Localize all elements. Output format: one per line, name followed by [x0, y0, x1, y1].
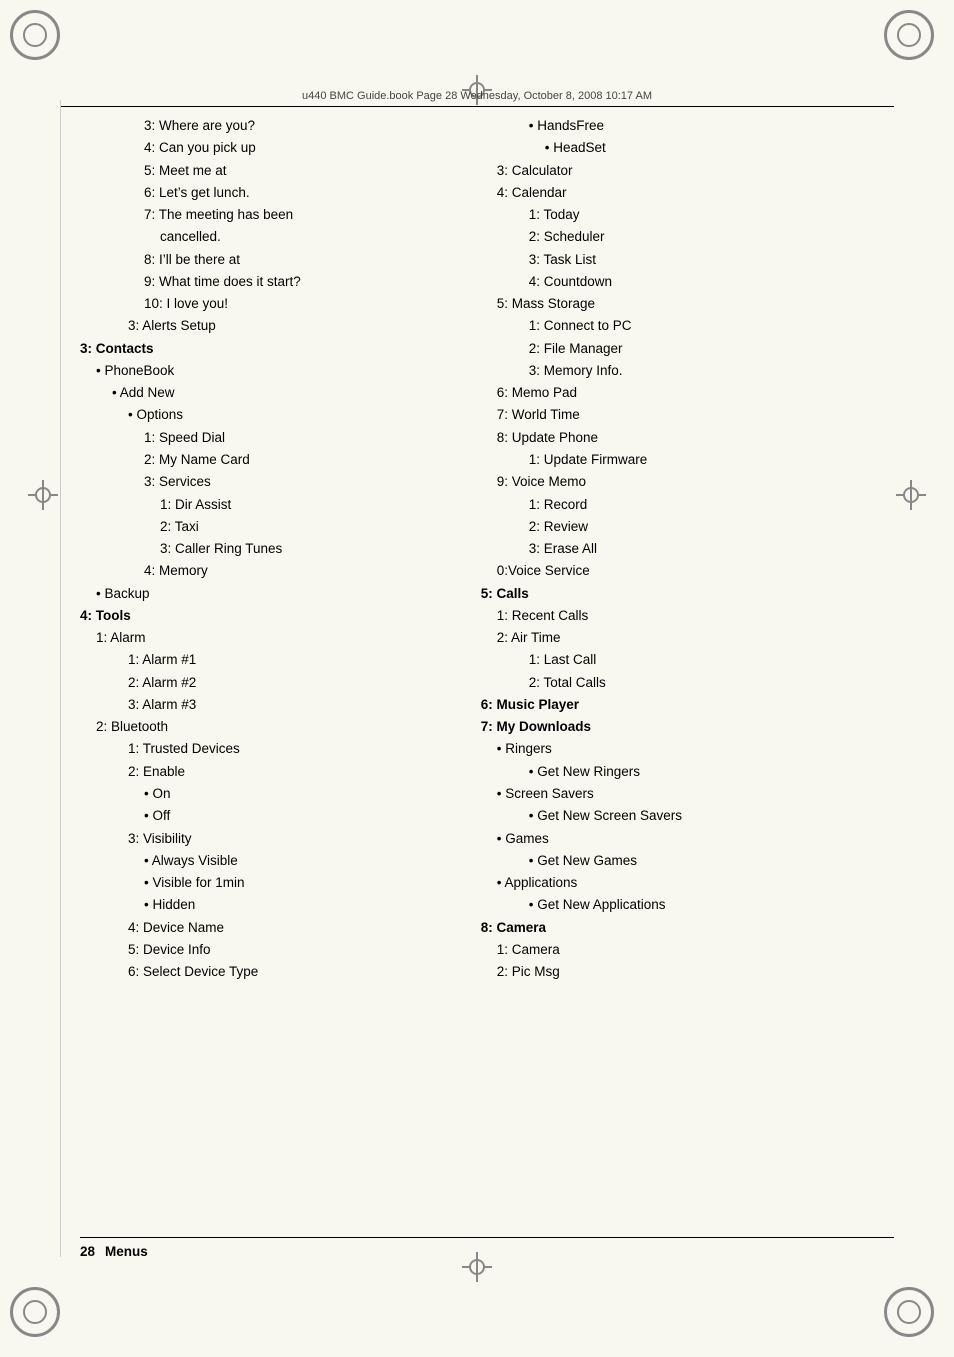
line: • Applications [497, 872, 894, 894]
line: 10: I love you! [144, 293, 451, 315]
line: 6: Select Device Type [128, 961, 451, 983]
crosshair-mid-right [896, 480, 926, 510]
line: 0:Voice Service [497, 560, 894, 582]
line: 5: Mass Storage [497, 293, 894, 315]
line: 2: Bluetooth [96, 716, 451, 738]
line: • Options [128, 404, 451, 426]
line: 7: The meeting has been [144, 204, 451, 226]
header-text: u440 BMC Guide.book Page 28 Wednesday, O… [302, 90, 652, 102]
line: • Always Visible [144, 850, 451, 872]
line: • Get New Applications [529, 894, 894, 916]
corner-circle-tl [10, 10, 60, 60]
line: 3: Visibility [128, 828, 451, 850]
line: • Get New Screen Savers [529, 805, 894, 827]
line: 4: Countdown [529, 271, 894, 293]
footer-text: 28 Menus [80, 1244, 894, 1259]
line: 2: Review [529, 516, 894, 538]
line: 4: Device Name [128, 917, 451, 939]
line: 2: Total Calls [529, 672, 894, 694]
line: • Games [497, 828, 894, 850]
line: 1: Record [529, 494, 894, 516]
right-column: • HandsFree• HeadSet3: Calculator4: Cale… [471, 115, 894, 1242]
line: 1: Connect to PC [529, 315, 894, 337]
line: 3: Task List [529, 249, 894, 271]
line: 4: Calendar [497, 182, 894, 204]
crosshair-mid-left [28, 480, 58, 510]
line: 5: Meet me at [144, 160, 451, 182]
line: 8: I’ll be there at [144, 249, 451, 271]
line: 1: Update Firmware [529, 449, 894, 471]
line: 8: Camera [481, 917, 894, 939]
line: 3: Calculator [497, 160, 894, 182]
line: • Backup [96, 583, 451, 605]
line: 3: Where are you? [144, 115, 451, 137]
page-number: 28 [80, 1244, 95, 1259]
line: 3: Caller Ring Tunes [160, 538, 451, 560]
corner-decoration-bl [10, 1287, 70, 1347]
line: • Screen Savers [497, 783, 894, 805]
line: 1: Speed Dial [144, 427, 451, 449]
line: 3: Erase All [529, 538, 894, 560]
line: 3: Alerts Setup [128, 315, 451, 337]
content-area: 3: Where are you?4: Can you pick up5: Me… [80, 115, 894, 1242]
line: 3: Memory Info. [529, 360, 894, 382]
line: 5: Calls [481, 583, 894, 605]
line: 1: Recent Calls [497, 605, 894, 627]
corner-decoration-tr [884, 10, 944, 70]
vertical-line-left [60, 100, 61, 1257]
line: 1: Last Call [529, 649, 894, 671]
line: • Hidden [144, 894, 451, 916]
corner-decoration-tl [10, 10, 70, 70]
corner-decoration-br [884, 1287, 944, 1347]
line: • Add New [112, 382, 451, 404]
line: 1: Alarm [96, 627, 451, 649]
line: 9: Voice Memo [497, 471, 894, 493]
line: 2: Taxi [160, 516, 451, 538]
corner-circle-bl [10, 1287, 60, 1337]
line: 4: Tools [80, 605, 451, 627]
corner-circle-br [884, 1287, 934, 1337]
line: • Off [144, 805, 451, 827]
line: 1: Alarm #1 [128, 649, 451, 671]
left-column: 3: Where are you?4: Can you pick up5: Me… [80, 115, 471, 1242]
line: 2: Scheduler [529, 226, 894, 248]
line: • Ringers [497, 738, 894, 760]
line: 1: Trusted Devices [128, 738, 451, 760]
line: 7: My Downloads [481, 716, 894, 738]
line: 6: Let’s get lunch. [144, 182, 451, 204]
line: 8: Update Phone [497, 427, 894, 449]
line: 6: Memo Pad [497, 382, 894, 404]
line: 9: What time does it start? [144, 271, 451, 293]
line: 2: Pic Msg [497, 961, 894, 983]
line: • On [144, 783, 451, 805]
header-line: u440 BMC Guide.book Page 28 Wednesday, O… [60, 90, 894, 107]
line: cancelled. [160, 226, 451, 248]
line: 2: Alarm #2 [128, 672, 451, 694]
line: 7: World Time [497, 404, 894, 426]
line: 2: Air Time [497, 627, 894, 649]
line: • PhoneBook [96, 360, 451, 382]
page-container: u440 BMC Guide.book Page 28 Wednesday, O… [0, 0, 954, 1357]
line: • Visible for 1min [144, 872, 451, 894]
line: • Get New Games [529, 850, 894, 872]
line: 2: File Manager [529, 338, 894, 360]
line: 3: Contacts [80, 338, 451, 360]
line: • HeadSet [545, 137, 894, 159]
footer: 28 Menus [80, 1237, 894, 1259]
line: • Get New Ringers [529, 761, 894, 783]
line: • HandsFree [529, 115, 894, 137]
line: 1: Today [529, 204, 894, 226]
line: 2: Enable [128, 761, 451, 783]
line: 1: Camera [497, 939, 894, 961]
line: 4: Can you pick up [144, 137, 451, 159]
line: 1: Dir Assist [160, 494, 451, 516]
line: 3: Alarm #3 [128, 694, 451, 716]
footer-section: Menus [105, 1244, 148, 1259]
line: 4: Memory [144, 560, 451, 582]
line: 6: Music Player [481, 694, 894, 716]
line: 2: My Name Card [144, 449, 451, 471]
line: 5: Device Info [128, 939, 451, 961]
corner-circle-tr [884, 10, 934, 60]
line: 3: Services [144, 471, 451, 493]
